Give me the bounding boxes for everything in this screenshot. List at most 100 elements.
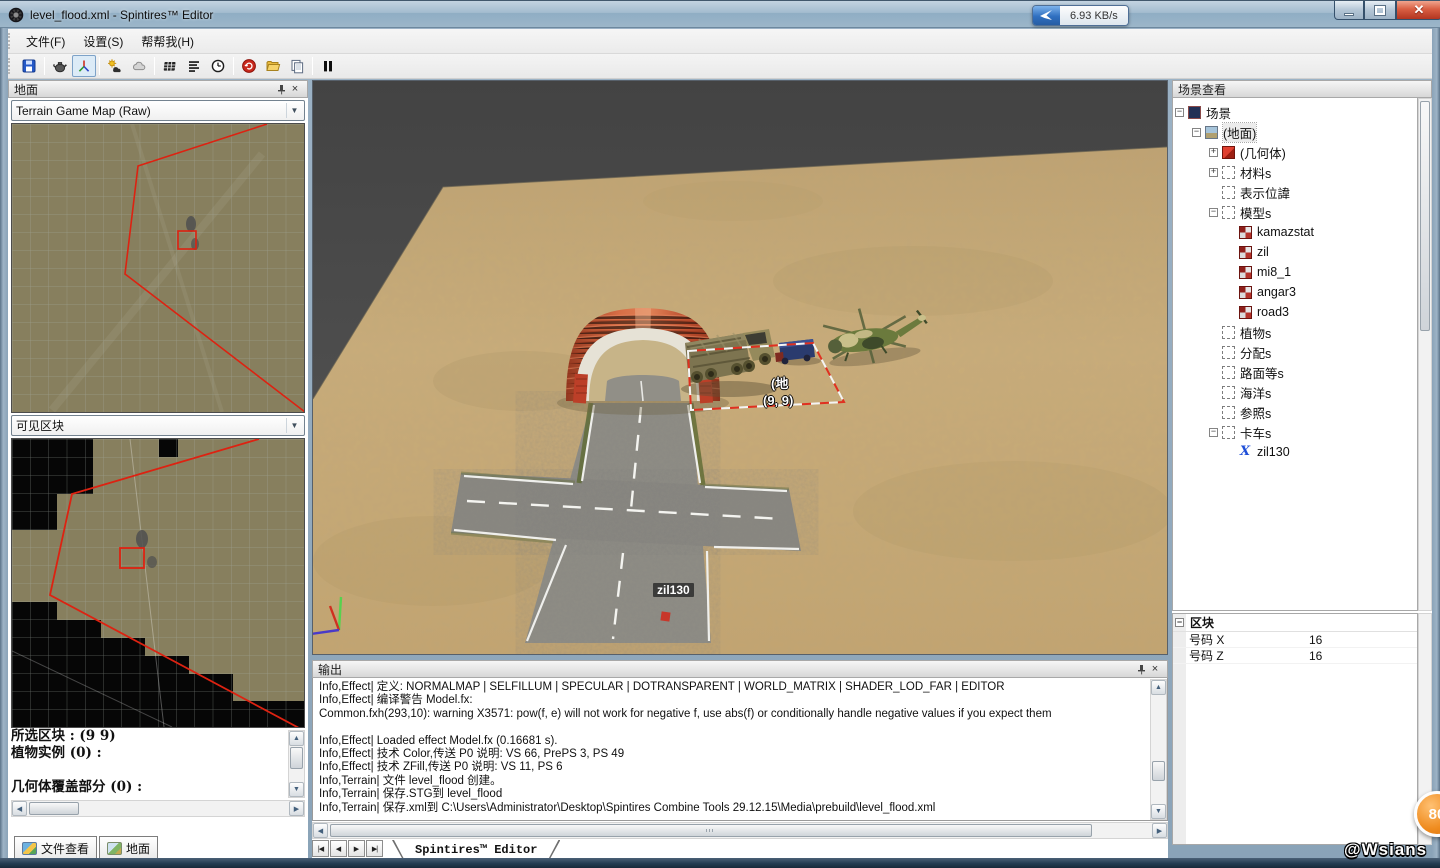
tree-expander-icon[interactable] <box>1209 207 1218 217</box>
tree-node-icon <box>1222 325 1235 339</box>
property-label: 号码 Z <box>1189 649 1224 663</box>
tree-node-label: 路面等s <box>1240 366 1284 381</box>
truck-marker[interactable] <box>660 611 671 622</box>
output-log-line: Info,Terrain| 保存.xml到 C:\Users\Administr… <box>319 801 936 814</box>
tree-item[interactable]: 模型s <box>1173 202 1417 222</box>
reload-red-icon[interactable] <box>237 55 261 77</box>
property-row[interactable]: 号码 X 16 <box>1173 632 1417 648</box>
nav-next-icon[interactable] <box>348 840 365 857</box>
terrain-minimap[interactable] <box>11 123 305 413</box>
cloud-icon[interactable] <box>127 55 151 77</box>
output-log-line: Info,Effect| 定义: NORMALMAP | SELFILLUM |… <box>319 681 1005 693</box>
viewport-3d[interactable]: (地 (9, 9) zil130 <box>312 80 1168 655</box>
info-vertical-scrollbar[interactable]: ▲ ▼ <box>288 730 305 798</box>
toolbar-grip[interactable] <box>8 33 13 49</box>
tree-node-icon <box>1222 165 1235 179</box>
tree-item[interactable]: 表示位諱 <box>1173 182 1417 202</box>
tree-scrollbar[interactable] <box>1418 98 1432 611</box>
tree-node-icon <box>1222 205 1235 219</box>
output-log[interactable]: Info,Effect| 定义: NORMALMAP | SELFILLUM |… <box>312 678 1168 821</box>
save-icon[interactable] <box>17 55 41 77</box>
tree-node-icon <box>1239 285 1252 299</box>
terrain-map-select[interactable]: Terrain Game Map (Raw) ▼ <box>11 100 305 121</box>
nav-first-icon[interactable] <box>312 840 329 857</box>
tree-item[interactable]: 材料s <box>1173 162 1417 182</box>
tree-expander-icon[interactable] <box>1209 167 1218 177</box>
tree-node-label: 材料s <box>1240 166 1272 181</box>
nav-last-icon[interactable] <box>366 840 383 857</box>
property-row[interactable]: 号码 Z 16 <box>1173 648 1417 664</box>
tree-node-icon <box>1222 405 1235 419</box>
selection-info-line <box>11 762 287 779</box>
tree-node-icon <box>1205 125 1218 139</box>
menu-item[interactable]: 设置(S) <box>74 31 132 53</box>
tree-item[interactable]: 海洋s <box>1173 382 1417 402</box>
download-speed-badge[interactable]: 6.93 KB/s <box>1032 5 1129 26</box>
collapse-icon[interactable] <box>1175 618 1184 627</box>
tree-item[interactable]: zil130 <box>1173 442 1417 462</box>
solar-grid-icon[interactable] <box>158 55 182 77</box>
log-lines-icon[interactable] <box>182 55 206 77</box>
property-value[interactable]: 16 <box>1309 649 1322 663</box>
axes-icon[interactable] <box>72 55 96 77</box>
close-icon[interactable]: ✕ <box>1396 1 1440 20</box>
teapot-icon[interactable] <box>48 55 72 77</box>
tree-item[interactable]: 分配s <box>1173 342 1417 362</box>
tree-item[interactable]: 卡车s <box>1173 422 1417 442</box>
tree-node-label: 海洋s <box>1240 386 1272 401</box>
scene-tree[interactable]: 场景 (地面) (几何体) 材料s <box>1172 98 1418 611</box>
tree-item[interactable]: 植物s <box>1173 322 1417 342</box>
tree-expander-icon[interactable] <box>1209 427 1218 437</box>
copy-icon[interactable] <box>285 55 309 77</box>
tree-node-icon <box>1239 245 1252 259</box>
tree-item[interactable]: kamazstat <box>1173 222 1417 242</box>
visible-blocks-select[interactable]: 可见区块 ▼ <box>11 415 305 436</box>
tree-expander-icon[interactable] <box>1192 127 1201 137</box>
menu-item[interactable]: 文件(F) <box>17 31 74 53</box>
document-tab[interactable]: Spintires™ Editor <box>392 840 560 860</box>
tree-node-label: road3 <box>1257 305 1289 319</box>
tree-item[interactable]: 路面等s <box>1173 362 1417 382</box>
tree-item[interactable]: zil <box>1173 242 1417 262</box>
minimize-icon[interactable] <box>1334 1 1364 20</box>
output-vertical-scrollbar[interactable]: ▲ ▼ <box>1150 679 1167 820</box>
pin-icon[interactable] <box>1134 662 1148 676</box>
window-controls: ✕ <box>1334 1 1440 20</box>
thunder-icon <box>1033 6 1060 25</box>
tree-item[interactable]: road3 <box>1173 302 1417 322</box>
tree-node-icon <box>1239 444 1252 459</box>
property-value[interactable]: 16 <box>1309 633 1322 647</box>
tree-item[interactable]: mi8_1 <box>1173 262 1417 282</box>
document-tab-label: Spintires™ Editor <box>393 840 559 859</box>
close-panel-icon[interactable]: × <box>1148 662 1162 676</box>
tab-icon <box>107 842 123 855</box>
tree-item[interactable]: angar3 <box>1173 282 1417 302</box>
block-properties-header[interactable]: 区块 <box>1173 614 1417 632</box>
tree-expander-icon[interactable] <box>1175 107 1184 117</box>
titlebar[interactable]: level_flood.xml - Spintires™ Editor 6.93… <box>0 0 1440 28</box>
tree-item[interactable]: 参照s <box>1173 402 1417 422</box>
clock-icon[interactable] <box>206 55 230 77</box>
close-panel-icon[interactable]: × <box>288 82 302 96</box>
toolbar-grip[interactable] <box>8 58 13 74</box>
output-horizontal-scrollbar[interactable]: ◀ ▶ <box>312 822 1168 839</box>
selection-info-line: 所选区块 : (9 9) <box>11 728 116 744</box>
tree-expander-icon[interactable] <box>1209 147 1218 157</box>
day-night-icon[interactable] <box>103 55 127 77</box>
tree-item[interactable]: (地面) <box>1173 121 1417 143</box>
maximize-icon[interactable] <box>1364 1 1396 20</box>
tree-node-label: 表示位諱 <box>1240 186 1291 201</box>
nav-prev-icon[interactable] <box>330 840 347 857</box>
pause-icon[interactable] <box>316 55 340 77</box>
menu-item[interactable]: 帮帮我(H) <box>132 31 203 53</box>
tree-item[interactable]: 场景 <box>1173 102 1417 122</box>
open-folder-icon[interactable] <box>261 55 285 77</box>
scene-panel-header: 场景查看 <box>1172 80 1432 98</box>
tree-node-label: (几何体) <box>1240 146 1286 161</box>
tree-node-label: angar3 <box>1257 285 1296 299</box>
pin-icon[interactable] <box>274 82 288 96</box>
visible-blocks-minimap[interactable] <box>11 438 305 728</box>
info-horizontal-scrollbar[interactable]: ◀ ▶ <box>11 800 305 817</box>
tree-item[interactable]: (几何体) <box>1173 142 1417 162</box>
selection-info: 所选区块 : (9 9) 植物实例 (0) : 几何体覆盖部分 (0) : <box>11 728 287 800</box>
